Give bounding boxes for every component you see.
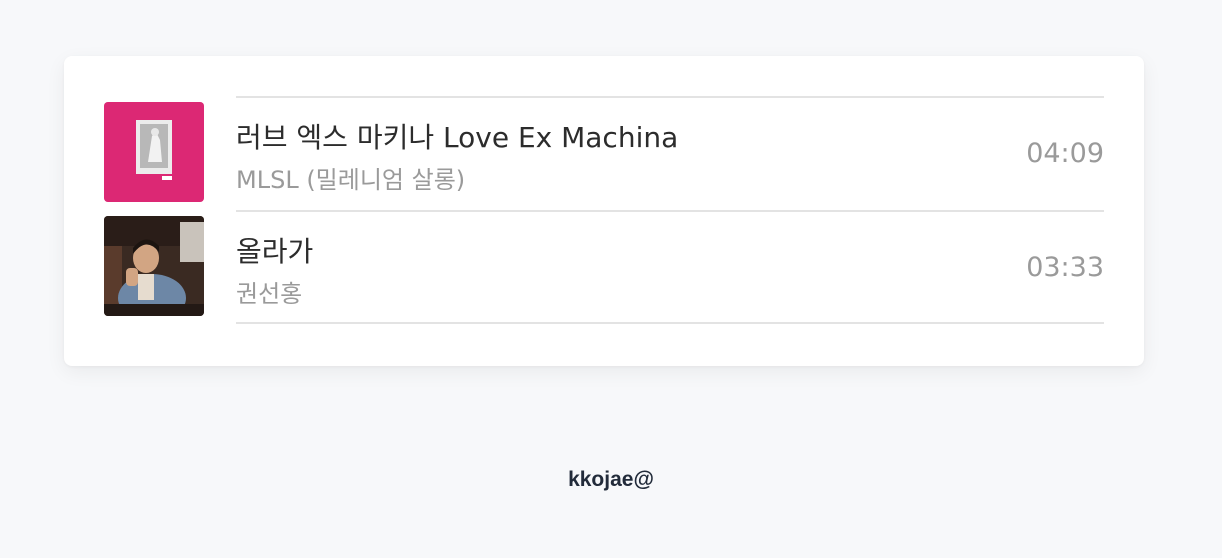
track-duration: 04:09 xyxy=(1026,138,1104,169)
track-artist: 권선홍 xyxy=(236,280,303,308)
track-info: 러브 엑스 마키나 Love Ex Machina MLSL (밀레니엄 살롱)… xyxy=(236,96,1104,210)
track-info: 올라가 권선홍 03:33 xyxy=(236,210,1104,324)
track-row[interactable]: 올라가 권선홍 03:33 xyxy=(104,210,1104,324)
album-cover-portrait-photo-icon xyxy=(104,216,204,316)
track-list-card: 러브 엑스 마키나 Love Ex Machina MLSL (밀레니엄 살롱)… xyxy=(64,56,1144,366)
album-cover xyxy=(104,102,204,202)
album-cover-pink-art-icon xyxy=(104,102,204,202)
track-artist: MLSL (밀레니엄 살롱) xyxy=(236,166,466,194)
track-title: 러브 엑스 마키나 Love Ex Machina xyxy=(236,121,679,154)
track-row[interactable]: 러브 엑스 마키나 Love Ex Machina MLSL (밀레니엄 살롱)… xyxy=(104,96,1104,210)
track-duration: 03:33 xyxy=(1026,252,1104,283)
album-cover xyxy=(104,216,204,316)
track-title: 올라가 xyxy=(236,235,314,268)
footer-credit: kkojae@ xyxy=(568,468,654,491)
